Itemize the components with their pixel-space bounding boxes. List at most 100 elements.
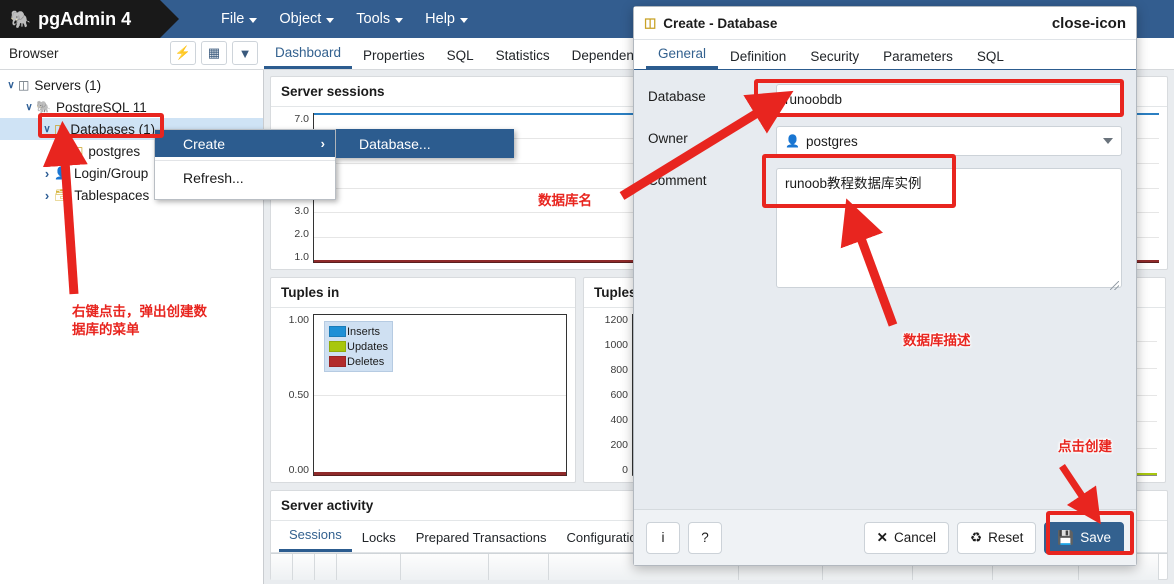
y-tick: 600 xyxy=(610,389,628,401)
tree-item-servers[interactable]: ◫ Servers (1) xyxy=(0,74,263,96)
subtab-prepared-transactions[interactable]: Prepared Transactions xyxy=(406,524,557,552)
menu-divider xyxy=(155,160,335,161)
chevron-right-icon[interactable] xyxy=(58,144,72,159)
database-name-input[interactable] xyxy=(776,84,1122,114)
context-menu-item-create[interactable]: Create › xyxy=(155,130,335,157)
chevron-down-icon xyxy=(1103,138,1113,144)
chevron-down-icon[interactable] xyxy=(4,80,18,91)
menu-bar-items: File Object Tools Help xyxy=(210,7,479,31)
database-desc-note: 数据库描述 xyxy=(903,333,971,348)
login-roles-icon: 👤 xyxy=(54,166,69,180)
y-tick: 0.50 xyxy=(288,389,309,401)
menu-help-label: Help xyxy=(425,11,455,27)
owner-select[interactable]: 👤 postgres xyxy=(776,126,1122,156)
brand-wedge-decoration xyxy=(160,0,179,38)
dialog-tab-general[interactable]: General xyxy=(646,42,719,69)
context-menu-item-refresh[interactable]: Refresh... xyxy=(155,164,335,191)
filter-icon[interactable]: ▼ xyxy=(232,41,258,65)
tab-dashboard[interactable]: Dashboard xyxy=(264,41,353,69)
dialog-tab-security[interactable]: Security xyxy=(798,45,871,69)
chevron-down-icon xyxy=(459,17,468,23)
y-tick: 1000 xyxy=(604,339,628,351)
menu-file[interactable]: File xyxy=(210,7,268,31)
reset-button[interactable]: ♻ Reset xyxy=(957,521,1037,554)
grid-icon[interactable]: ▦ xyxy=(201,41,227,65)
right-click-note: 右键点击，弹出创建数 据库的菜单 xyxy=(72,304,207,338)
tab-properties[interactable]: Properties xyxy=(352,44,436,69)
dialog-tab-sql[interactable]: SQL xyxy=(965,45,1016,69)
tree-item-postgresql-11[interactable]: 🐘 PostgreSQL 11 xyxy=(0,96,263,118)
help-button[interactable]: ? xyxy=(688,521,722,554)
table-cell xyxy=(337,554,401,580)
dialog-tab-strip: General Definition Security Parameters S… xyxy=(634,40,1136,70)
bolt-icon[interactable]: ⚡ xyxy=(170,41,196,65)
chart-legend: Inserts Updates Deletes xyxy=(324,321,393,372)
info-button[interactable]: i xyxy=(646,521,680,554)
legend-swatch-updates xyxy=(329,341,346,352)
dialog-tab-definition[interactable]: Definition xyxy=(718,45,798,69)
chevron-down-icon xyxy=(395,17,404,23)
context-menu-item-label: Create xyxy=(183,135,226,152)
y-tick: 0.00 xyxy=(288,464,309,476)
field-row-comment: Comment xyxy=(648,168,1122,293)
menu-tools[interactable]: Tools xyxy=(345,7,414,31)
close-icon[interactable]: close-icon xyxy=(1052,15,1126,32)
tab-statistics[interactable]: Statistics xyxy=(485,44,561,69)
series-deletes-line xyxy=(314,472,566,475)
y-tick: 3.0 xyxy=(294,205,309,217)
tree-item-label: Tablespaces xyxy=(74,187,150,203)
database-icon: ◫ xyxy=(72,144,84,158)
subtab-sessions[interactable]: Sessions xyxy=(279,521,352,552)
app-brand-label: pgAdmin 4 xyxy=(38,8,132,29)
comment-textarea[interactable] xyxy=(776,168,1122,288)
resize-grip-icon[interactable] xyxy=(1110,281,1119,290)
legend-label: Inserts xyxy=(347,325,381,338)
y-tick: 2.0 xyxy=(294,228,309,240)
subtab-locks[interactable]: Locks xyxy=(352,524,406,552)
pgadmin-window: 🐘 pgAdmin 4 File Object Tools Help Brows… xyxy=(0,0,1174,584)
chevron-down-icon[interactable] xyxy=(22,102,36,113)
save-button[interactable]: 💾 Save xyxy=(1044,521,1124,554)
legend-item: Inserts xyxy=(329,324,388,339)
tab-sql[interactable]: SQL xyxy=(436,44,485,69)
cancel-button[interactable]: ✕ Cancel xyxy=(863,521,950,554)
chevron-down-icon xyxy=(326,17,335,23)
y-tick: 1.0 xyxy=(294,251,309,263)
dialog-footer: i ? ✕ Cancel ♻ Reset 💾 Save xyxy=(634,509,1136,565)
elephant-logo-icon: 🐘 xyxy=(10,9,32,29)
menu-object-label: Object xyxy=(279,11,322,27)
legend-label: Deletes xyxy=(347,355,385,368)
cancel-button-label: Cancel xyxy=(893,530,937,545)
context-menu-item-label: Refresh... xyxy=(183,169,244,186)
menu-object[interactable]: Object xyxy=(268,7,345,31)
y-tick: 200 xyxy=(610,439,628,451)
chevron-down-icon[interactable] xyxy=(40,124,54,135)
tree-item-label: Servers (1) xyxy=(34,77,102,93)
dialog-tab-parameters[interactable]: Parameters xyxy=(871,45,965,69)
tree-item-label: Databases (1) xyxy=(70,121,156,137)
table-cell xyxy=(293,554,315,580)
user-icon: 👤 xyxy=(785,134,800,148)
table-cell xyxy=(489,554,549,580)
save-icon: 💾 xyxy=(1057,529,1075,545)
menu-help[interactable]: Help xyxy=(414,7,479,31)
y-tick: 0 xyxy=(622,464,628,476)
table-cell xyxy=(271,554,293,580)
chevron-right-icon[interactable] xyxy=(40,188,54,203)
legend-label: Updates xyxy=(347,340,388,353)
tree-item-label: Login/Group xyxy=(73,165,149,181)
context-submenu-item-database[interactable]: Database... xyxy=(337,130,513,157)
chevron-right-icon[interactable] xyxy=(40,166,54,181)
panel-title: Tuples in xyxy=(271,278,575,308)
table-cell xyxy=(401,554,489,580)
legend-item: Deletes xyxy=(329,354,388,369)
owner-field-label: Owner xyxy=(648,131,688,146)
browser-panel-title: Browser xyxy=(9,46,59,61)
browser-toolbar: ⚡ ▦ ▼ xyxy=(170,41,258,65)
tree-item-label: postgres xyxy=(88,143,141,159)
legend-swatch-deletes xyxy=(329,356,346,367)
legend-item: Updates xyxy=(329,339,388,354)
legend-swatch-inserts xyxy=(329,326,346,337)
comment-field-label: Comment xyxy=(648,173,707,188)
y-axis-labels: 1.00 0.50 0.00 xyxy=(279,314,309,476)
